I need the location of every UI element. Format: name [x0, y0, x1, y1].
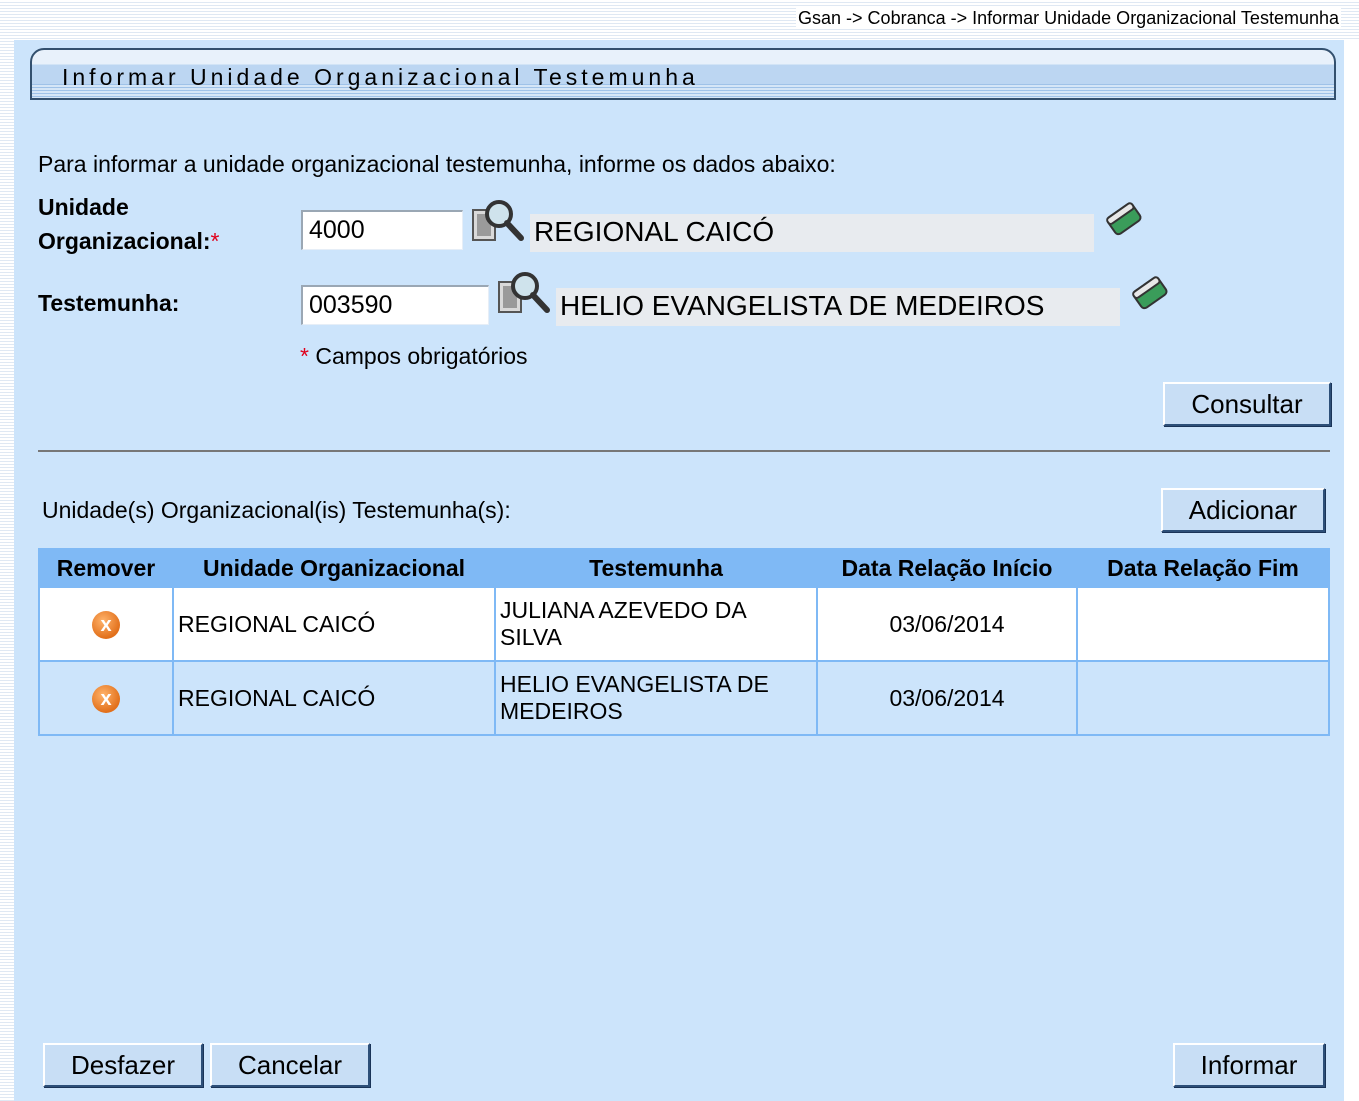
required-note-text: Campos obrigatórios: [315, 343, 528, 369]
desfazer-button[interactable]: Desfazer: [43, 1043, 203, 1087]
unidade-label-line1: Unidade: [38, 194, 129, 220]
eraser-icon[interactable]: [1102, 198, 1150, 242]
divider: [38, 450, 1330, 452]
remove-cell: x: [38, 586, 174, 662]
testemunha-table: Remover Unidade Organizacional Testemunh…: [38, 548, 1330, 736]
magnifier-icon[interactable]: [471, 198, 525, 244]
table-row: x REGIONAL CAICÓ JULIANA AZEVEDO DA SILV…: [38, 586, 1330, 662]
required-note: * Campos obrigatórios: [300, 343, 528, 370]
header-remover: Remover: [38, 548, 174, 588]
magnifier-icon[interactable]: [497, 270, 551, 316]
testemunha-label: Testemunha:: [38, 290, 180, 316]
header-data-fim: Data Relação Fim: [1076, 548, 1330, 588]
breadcrumb: Gsan -> Cobranca -> Informar Unidade Org…: [796, 8, 1341, 29]
cell-unidade: REGIONAL CAICÓ: [172, 586, 496, 662]
unidade-name-display: REGIONAL CAICÓ: [530, 214, 1094, 252]
cell-data-fim: [1076, 660, 1330, 736]
remove-icon[interactable]: x: [92, 610, 120, 639]
left-stripes: [0, 0, 14, 1101]
unidade-code-input[interactable]: [301, 210, 463, 250]
cell-unidade: REGIONAL CAICÓ: [172, 660, 496, 736]
cell-testemunha: HELIO EVANGELISTA DE MEDEIROS: [494, 660, 818, 736]
header-unidade: Unidade Organizacional: [172, 548, 496, 588]
remove-cell: x: [38, 660, 174, 736]
list-label: Unidade(s) Organizacional(is) Testemunha…: [42, 497, 511, 523]
intro-text: Para informar a unidade organizacional t…: [38, 151, 836, 177]
eraser-icon[interactable]: [1128, 272, 1176, 316]
cell-data-inicio: 03/06/2014: [816, 660, 1078, 736]
cell-testemunha: JULIANA AZEVEDO DA SILVA: [494, 586, 818, 662]
header-testemunha: Testemunha: [494, 548, 818, 588]
testemunha-name-display: HELIO EVANGELISTA DE MEDEIROS: [556, 288, 1120, 326]
required-mark: *: [300, 343, 309, 369]
required-mark: *: [210, 228, 220, 254]
unidade-label: Unidade Organizacional:*: [38, 190, 220, 258]
page-title: Informar Unidade Organizacional Testemun…: [62, 64, 699, 90]
table-row: x REGIONAL CAICÓ HELIO EVANGELISTA DE ME…: [38, 660, 1330, 736]
cell-data-inicio: 03/06/2014: [816, 586, 1078, 662]
unidade-label-line2: Organizacional:: [38, 228, 211, 254]
table-header-row: Remover Unidade Organizacional Testemunh…: [38, 548, 1330, 588]
header-data-inicio: Data Relação Início: [816, 548, 1078, 588]
main-panel: Informar Unidade Organizacional Testemun…: [14, 40, 1344, 1101]
cell-data-fim: [1076, 586, 1330, 662]
informar-button[interactable]: Informar: [1173, 1043, 1325, 1087]
title-bar: Informar Unidade Organizacional Testemun…: [30, 48, 1336, 100]
testemunha-code-input[interactable]: [301, 285, 489, 325]
remove-icon[interactable]: x: [92, 684, 120, 713]
adicionar-button[interactable]: Adicionar: [1161, 488, 1325, 532]
consultar-button[interactable]: Consultar: [1163, 382, 1331, 426]
cancelar-button[interactable]: Cancelar: [210, 1043, 370, 1087]
